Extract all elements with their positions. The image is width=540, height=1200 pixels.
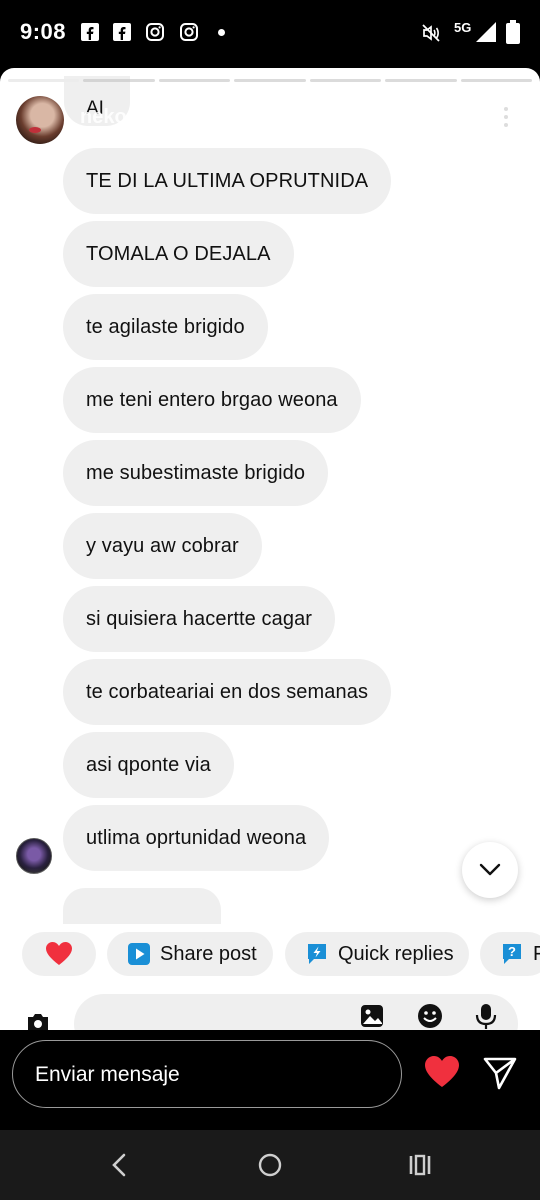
- reply-placeholder: Enviar mensaje: [35, 1063, 180, 1086]
- more-options-icon[interactable]: [496, 104, 516, 132]
- message-bubble: te corbateariai en dos semanas: [63, 659, 392, 725]
- message-bubble: y vayu aw cobrar: [63, 513, 262, 579]
- like-chip[interactable]: [22, 932, 96, 976]
- instagram-icon: [146, 23, 164, 41]
- recents-icon[interactable]: [405, 1150, 435, 1180]
- progress-segment: [460, 79, 532, 82]
- scroll-down-button[interactable]: [462, 842, 518, 898]
- message-bubble: me subestimaste brigido: [63, 440, 329, 506]
- message-bubble: asi qponte via: [63, 732, 234, 798]
- mute-icon: [422, 24, 440, 42]
- heart-icon: [46, 942, 72, 965]
- home-icon[interactable]: [255, 1150, 285, 1180]
- status-bar: 9:08 5G: [0, 0, 540, 66]
- camera-icon[interactable]: [24, 1008, 52, 1030]
- sticker-icon[interactable]: [416, 1002, 444, 1030]
- share-post-label: Share post: [160, 942, 257, 965]
- progress-segment: [385, 79, 457, 82]
- facebook-icon: [81, 23, 99, 41]
- quick-replies-label: Quick replies: [338, 942, 454, 965]
- progress-segment: [309, 79, 382, 82]
- heart-icon[interactable]: [424, 1054, 460, 1090]
- back-icon[interactable]: [104, 1150, 134, 1180]
- status-time: 9:08: [20, 19, 67, 44]
- share-post-button[interactable]: Share post: [107, 932, 273, 976]
- story-time-ago: 36 min: [240, 106, 301, 128]
- progress-segment: [158, 79, 231, 82]
- play-icon: [128, 943, 150, 965]
- avatar[interactable]: [16, 96, 64, 144]
- progress-segment: [83, 79, 155, 82]
- story-header: nekopirate44 36 min: [0, 92, 540, 148]
- signal-icon: [476, 22, 496, 42]
- message-bubble: te agilaste brigido: [63, 294, 268, 360]
- chevron-down-icon: [479, 863, 501, 876]
- message-bubble-partial: [63, 888, 221, 928]
- story-card[interactable]: AI nekopirate44 36 min TE DI LA ULTIMA O…: [0, 68, 540, 1030]
- reply-bar: Enviar mensaje: [0, 1030, 540, 1130]
- dot-icon: [218, 29, 225, 36]
- message-bubble: TE DI LA ULTIMA OPRUTNIDA: [63, 148, 392, 214]
- navigation-bar: [0, 1130, 540, 1200]
- instagram-icon: [180, 23, 198, 41]
- gallery-icon[interactable]: [358, 1002, 386, 1030]
- message-bubble: TOMALA O DEJALA: [63, 221, 294, 287]
- quick-replies-button[interactable]: Quick replies: [285, 932, 469, 976]
- story-progress-bar: [8, 79, 532, 82]
- send-icon[interactable]: [482, 1055, 518, 1091]
- question-icon: ?: [503, 944, 521, 964]
- microphone-icon[interactable]: [472, 1002, 500, 1030]
- faq-button[interactable]: ? F: [480, 932, 540, 976]
- progress-segment: [234, 79, 306, 82]
- compose-field[interactable]: [74, 994, 518, 1030]
- action-chips: Share post Quick replies ? F: [0, 924, 540, 984]
- compose-bar-partial: [0, 988, 540, 1030]
- facebook-icon: [113, 23, 131, 41]
- username[interactable]: nekopirate44: [80, 106, 203, 129]
- progress-segment: [8, 79, 80, 82]
- network-label: 5G: [454, 20, 472, 35]
- faq-label: F: [533, 942, 540, 965]
- message-bubble: me teni entero brgao weona: [63, 367, 361, 433]
- message-bubble: utlima oprtunidad weona: [63, 805, 330, 871]
- message-bubble: si quisiera hacertte cagar: [63, 586, 336, 652]
- lightning-icon: [308, 944, 326, 964]
- battery-icon: [506, 20, 520, 44]
- svg-text:?: ?: [508, 944, 516, 959]
